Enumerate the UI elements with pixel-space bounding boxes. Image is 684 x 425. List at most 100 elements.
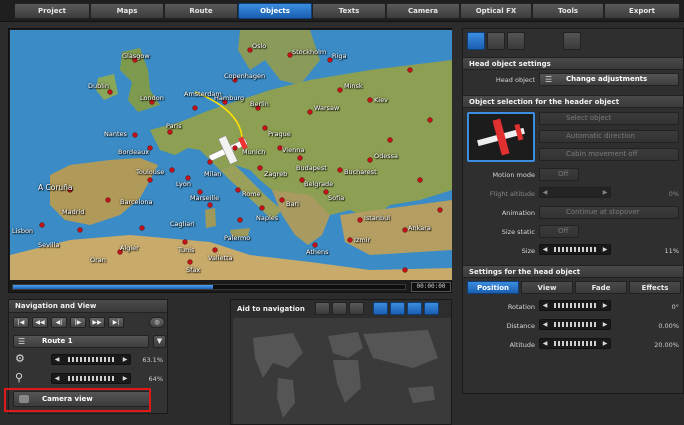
slider-left-arrow[interactable]: ◀: [540, 188, 550, 197]
animation-label: Animation: [501, 209, 535, 217]
distance-label: Distance: [506, 322, 535, 330]
rewind-button[interactable]: ◀◀: [32, 317, 48, 328]
tab-effects[interactable]: Effects: [629, 281, 681, 294]
flight-altitude-slider[interactable]: ◀ ▶: [539, 187, 611, 198]
playback-progress-fill: [13, 285, 213, 289]
altitude-slider[interactable]: ◀ ▶: [539, 338, 611, 349]
route-select-label: Route 1: [42, 337, 73, 345]
speed-slider[interactable]: ◀ ▶: [51, 354, 131, 365]
size-slider[interactable]: ◀ ▶: [539, 244, 611, 255]
city-label: Sofia: [328, 194, 345, 202]
size-value: 11%: [664, 247, 679, 255]
slider-right-arrow[interactable]: ▶: [600, 188, 610, 197]
airplane-icon: [477, 118, 525, 156]
tab-objects[interactable]: Objects: [238, 3, 312, 19]
selected-object-thumbnail[interactable]: [467, 112, 535, 162]
slider-right-arrow[interactable]: ▶: [120, 355, 130, 364]
city-label: Paris: [166, 122, 182, 130]
select-object-button[interactable]: Select object: [539, 112, 679, 125]
city-label: Toulouse: [136, 168, 165, 176]
object-selection-title: Object selection for the header object: [463, 95, 683, 108]
size-static-value: Off: [558, 227, 569, 235]
layers-icon[interactable]: [349, 302, 364, 315]
city-label: Istanbul: [364, 214, 391, 222]
draw-line-icon[interactable]: [373, 302, 388, 315]
object-settings-panel: Head object settings Head object ☰ Chang…: [462, 28, 684, 394]
car-icon[interactable]: [467, 32, 485, 50]
magic-wand-icon[interactable]: [563, 32, 581, 50]
route-select[interactable]: ☰ Route 1: [13, 335, 149, 348]
tab-fade[interactable]: Fade: [575, 281, 627, 294]
tab-texts[interactable]: Texts: [312, 3, 386, 19]
slider-right-arrow[interactable]: ▶: [600, 320, 610, 329]
tab-project[interactable]: Project: [14, 3, 90, 19]
animation-select[interactable]: Continue at stopover: [539, 206, 679, 219]
skip-to-end-button[interactable]: ▶|: [108, 317, 124, 328]
change-adjustments-button[interactable]: ☰ Change adjustments: [539, 73, 679, 86]
zoom-value: 64%: [148, 375, 163, 383]
rotation-value: 0°: [671, 303, 679, 311]
change-adjustments-label: Change adjustments: [566, 75, 648, 83]
slider-left-arrow[interactable]: ◀: [52, 374, 62, 383]
time-display: 00:00:00: [411, 282, 451, 292]
overview-map[interactable]: [233, 318, 451, 424]
slider-right-arrow[interactable]: ▶: [120, 374, 130, 383]
select-object-label: Select object: [566, 114, 612, 122]
city-label: Lisbon: [12, 227, 34, 235]
city-label: Vienna: [282, 146, 305, 154]
tab-view[interactable]: View: [521, 281, 573, 294]
tab-camera[interactable]: Camera: [386, 3, 460, 19]
tab-maps[interactable]: Maps: [90, 3, 164, 19]
fast-forward-button[interactable]: ▶▶: [89, 317, 105, 328]
target-icon[interactable]: ◎: [149, 317, 165, 328]
city-label: Lyon: [176, 180, 191, 188]
rotation-label: Rotation: [507, 303, 535, 311]
head-object-settings-section-title: Settings for the head object: [463, 265, 683, 278]
tab-route[interactable]: Route: [164, 3, 238, 19]
train-icon[interactable]: [507, 32, 525, 50]
cabin-movement-button[interactable]: Cabin movement off: [539, 148, 679, 161]
city-label: Oslo: [252, 42, 267, 50]
size-static-select[interactable]: Off: [539, 225, 579, 238]
city-label: Cagliari: [170, 220, 195, 228]
slider-left-arrow[interactable]: ◀: [540, 301, 550, 310]
gps-icon[interactable]: [315, 302, 330, 315]
plane-icon[interactable]: [390, 302, 405, 315]
slider-right-arrow[interactable]: ▶: [600, 339, 610, 348]
tab-position[interactable]: Position: [467, 281, 519, 294]
flight-altitude-label: Flight altitude: [489, 190, 535, 198]
speed-slider-row: ⚙ ◀ ▶ 63.1%: [13, 352, 165, 366]
slider-right-arrow[interactable]: ▶: [600, 245, 610, 254]
map-pin-icon[interactable]: [332, 302, 347, 315]
motion-mode-select[interactable]: Off: [539, 168, 579, 181]
city-label: Hamburg: [214, 94, 245, 102]
distance-slider[interactable]: ◀ ▶: [539, 319, 611, 330]
ship-icon[interactable]: [487, 32, 505, 50]
slider-ticks: [554, 322, 596, 327]
marker-icon[interactable]: [424, 302, 439, 315]
slider-left-arrow[interactable]: ◀: [540, 339, 550, 348]
zoom-slider[interactable]: ◀ ▶: [51, 373, 131, 384]
slider-left-arrow[interactable]: ◀: [540, 320, 550, 329]
automatic-direction-button[interactable]: Automatic direction: [539, 130, 679, 143]
zoom-slider-row: ⚲ ◀ ▶ 64%: [13, 371, 165, 385]
map-preview[interactable]: A Coruña Lisbon Sevilla Madrid Algier Tu…: [10, 30, 452, 280]
playback-progress-bar[interactable]: [12, 284, 406, 290]
step-back-button[interactable]: ◀|: [51, 317, 67, 328]
binoculars-icon: ⚲: [15, 371, 24, 384]
step-forward-button[interactable]: |▶: [70, 317, 86, 328]
rotation-slider[interactable]: ◀ ▶: [539, 300, 611, 311]
tab-tools[interactable]: Tools: [532, 3, 604, 19]
flight-altitude-value: 0%: [668, 190, 679, 198]
tab-optical-fx[interactable]: Optical FX: [460, 3, 532, 19]
city-label: Sfax: [186, 266, 201, 274]
slider-left-arrow[interactable]: ◀: [540, 245, 550, 254]
car-icon[interactable]: [407, 302, 422, 315]
skip-to-start-button[interactable]: |◀: [13, 317, 29, 328]
slider-right-arrow[interactable]: ▶: [600, 301, 610, 310]
tab-export[interactable]: Export: [604, 3, 680, 19]
city-label: London: [140, 94, 164, 102]
city-label: Ankara: [408, 224, 431, 232]
slider-left-arrow[interactable]: ◀: [52, 355, 62, 364]
filter-icon[interactable]: ▼: [153, 335, 166, 348]
